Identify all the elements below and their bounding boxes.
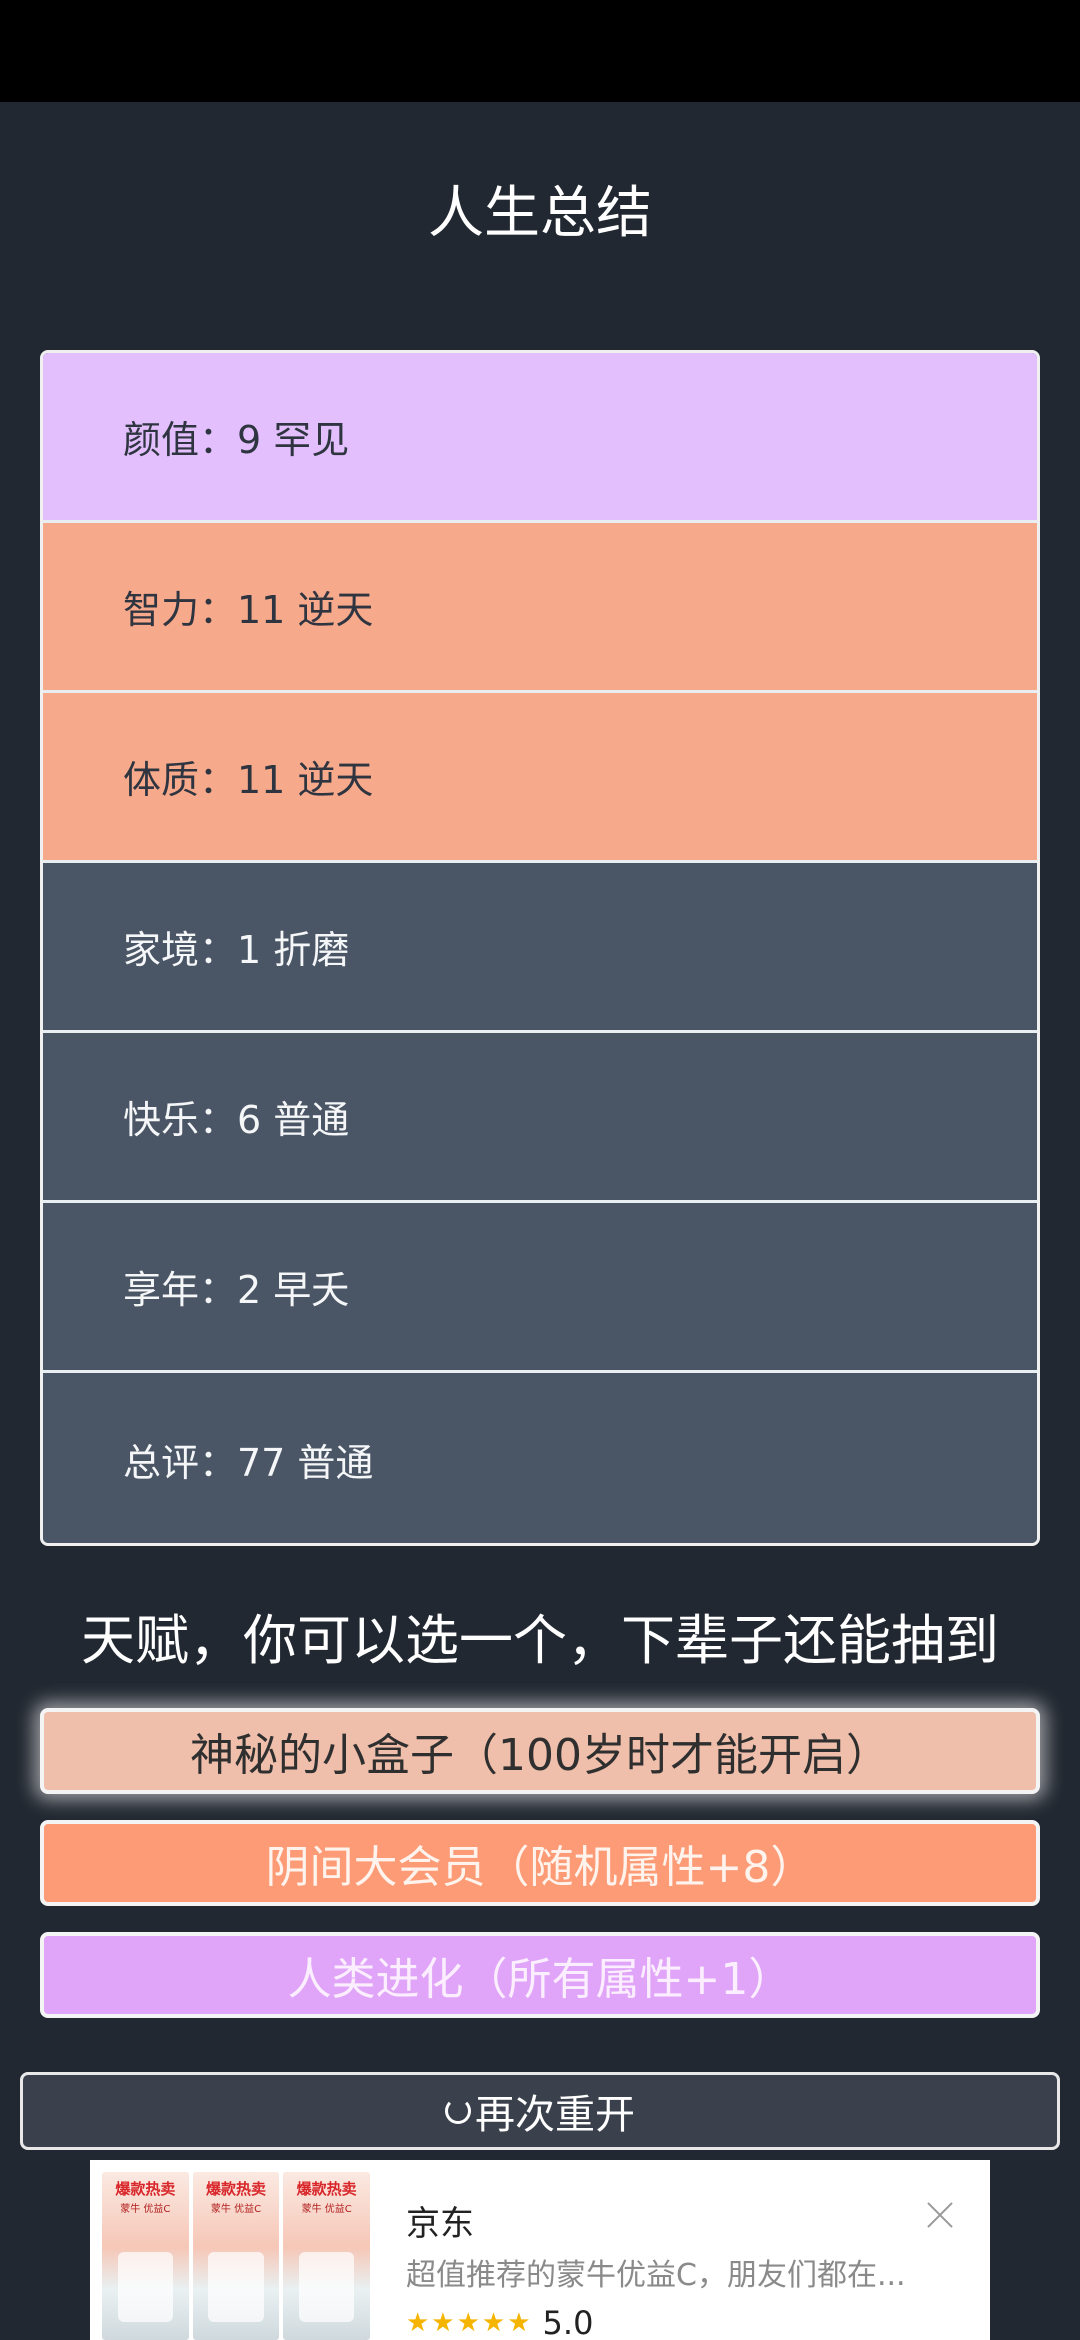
stat-label: 体质：11 逆天	[123, 758, 374, 802]
stat-label: 颜值：9 罕见	[123, 418, 350, 462]
stat-row-overall: 总评：77 普通	[43, 1373, 1037, 1543]
ad-thumb-tag: 爆款热卖	[115, 2180, 176, 2198]
star-rating-icon: ★★★★★	[406, 2308, 533, 2338]
stat-label: 总评：77 普通	[123, 1441, 374, 1485]
ad-thumbnail: 爆款热卖 蒙牛 优益C	[192, 2172, 280, 2340]
ad-banner[interactable]: 爆款热卖 蒙牛 优益C 爆款热卖 蒙牛 优益C 爆款热卖 蒙牛 优益C 京东 超…	[90, 2160, 990, 2340]
status-bar	[0, 0, 1080, 102]
ad-thumb-sub: 蒙牛 优益C	[210, 2204, 262, 2215]
talent-label: 阴间大会员（随机属性+8）	[265, 1842, 815, 1893]
refresh-icon	[445, 2098, 471, 2124]
stat-label: 智力：11 逆天	[123, 588, 374, 632]
talent-option-underworld-vip[interactable]: 阴间大会员（随机属性+8）	[40, 1820, 1040, 1906]
ad-rating-value: 5.0	[542, 2304, 594, 2340]
talent-label: 神秘的小盒子（100岁时才能开启）	[190, 1730, 890, 1781]
talent-option-mystery-box[interactable]: 神秘的小盒子（100岁时才能开启）	[40, 1708, 1040, 1794]
ad-rating: ★★★★★ 5.0	[406, 2304, 593, 2340]
product-image	[208, 2252, 264, 2322]
stat-row-physique: 体质：11 逆天	[43, 693, 1037, 863]
restart-button[interactable]: 再次重开	[20, 2072, 1060, 2150]
product-image	[117, 2252, 174, 2322]
stat-row-lifespan: 享年：2 早夭	[43, 1203, 1037, 1373]
stat-label: 家境：1 折磨	[123, 928, 350, 972]
stat-row-happiness: 快乐：6 普通	[43, 1033, 1037, 1203]
product-image	[298, 2252, 355, 2322]
ad-thumb-tag: 爆款热卖	[206, 2180, 267, 2198]
stat-row-appearance: 颜值：9 罕见	[43, 353, 1037, 523]
ad-brand: 京东	[406, 2204, 474, 2244]
ad-thumbnail: 爆款热卖 蒙牛 优益C	[102, 2172, 189, 2340]
talent-label: 人类进化（所有属性+1）	[287, 1954, 793, 2005]
restart-label: 再次重开	[475, 2092, 635, 2138]
talent-option-human-evolution[interactable]: 人类进化（所有属性+1）	[40, 1932, 1040, 2018]
ad-thumb-sub: 蒙牛 优益C	[301, 2204, 352, 2215]
stat-label: 享年：2 早夭	[123, 1268, 350, 1312]
stat-row-family: 家境：1 折磨	[43, 863, 1037, 1033]
ad-thumb-sub: 蒙牛 优益C	[120, 2204, 171, 2215]
stat-row-intelligence: 智力：11 逆天	[43, 523, 1037, 693]
ad-description: 超值推荐的蒙牛优益C，朋友们都在...	[406, 2258, 906, 2293]
ad-image-strip[interactable]: 爆款热卖 蒙牛 优益C 爆款热卖 蒙牛 优益C 爆款热卖 蒙牛 优益C	[102, 2172, 371, 2340]
close-icon[interactable]	[926, 2200, 954, 2228]
talent-heading: 天赋，你可以选一个，下辈子还能抽到	[81, 1609, 999, 1672]
ad-thumbnail: 爆款热卖 蒙牛 优益C	[283, 2172, 371, 2340]
stats-panel: 颜值：9 罕见 智力：11 逆天 体质：11 逆天 家境：1 折磨 快乐：6 普…	[40, 350, 1040, 1546]
stat-label: 快乐：6 普通	[123, 1098, 350, 1142]
page-title: 人生总结	[428, 181, 652, 246]
ad-thumb-tag: 爆款热卖	[296, 2180, 357, 2198]
